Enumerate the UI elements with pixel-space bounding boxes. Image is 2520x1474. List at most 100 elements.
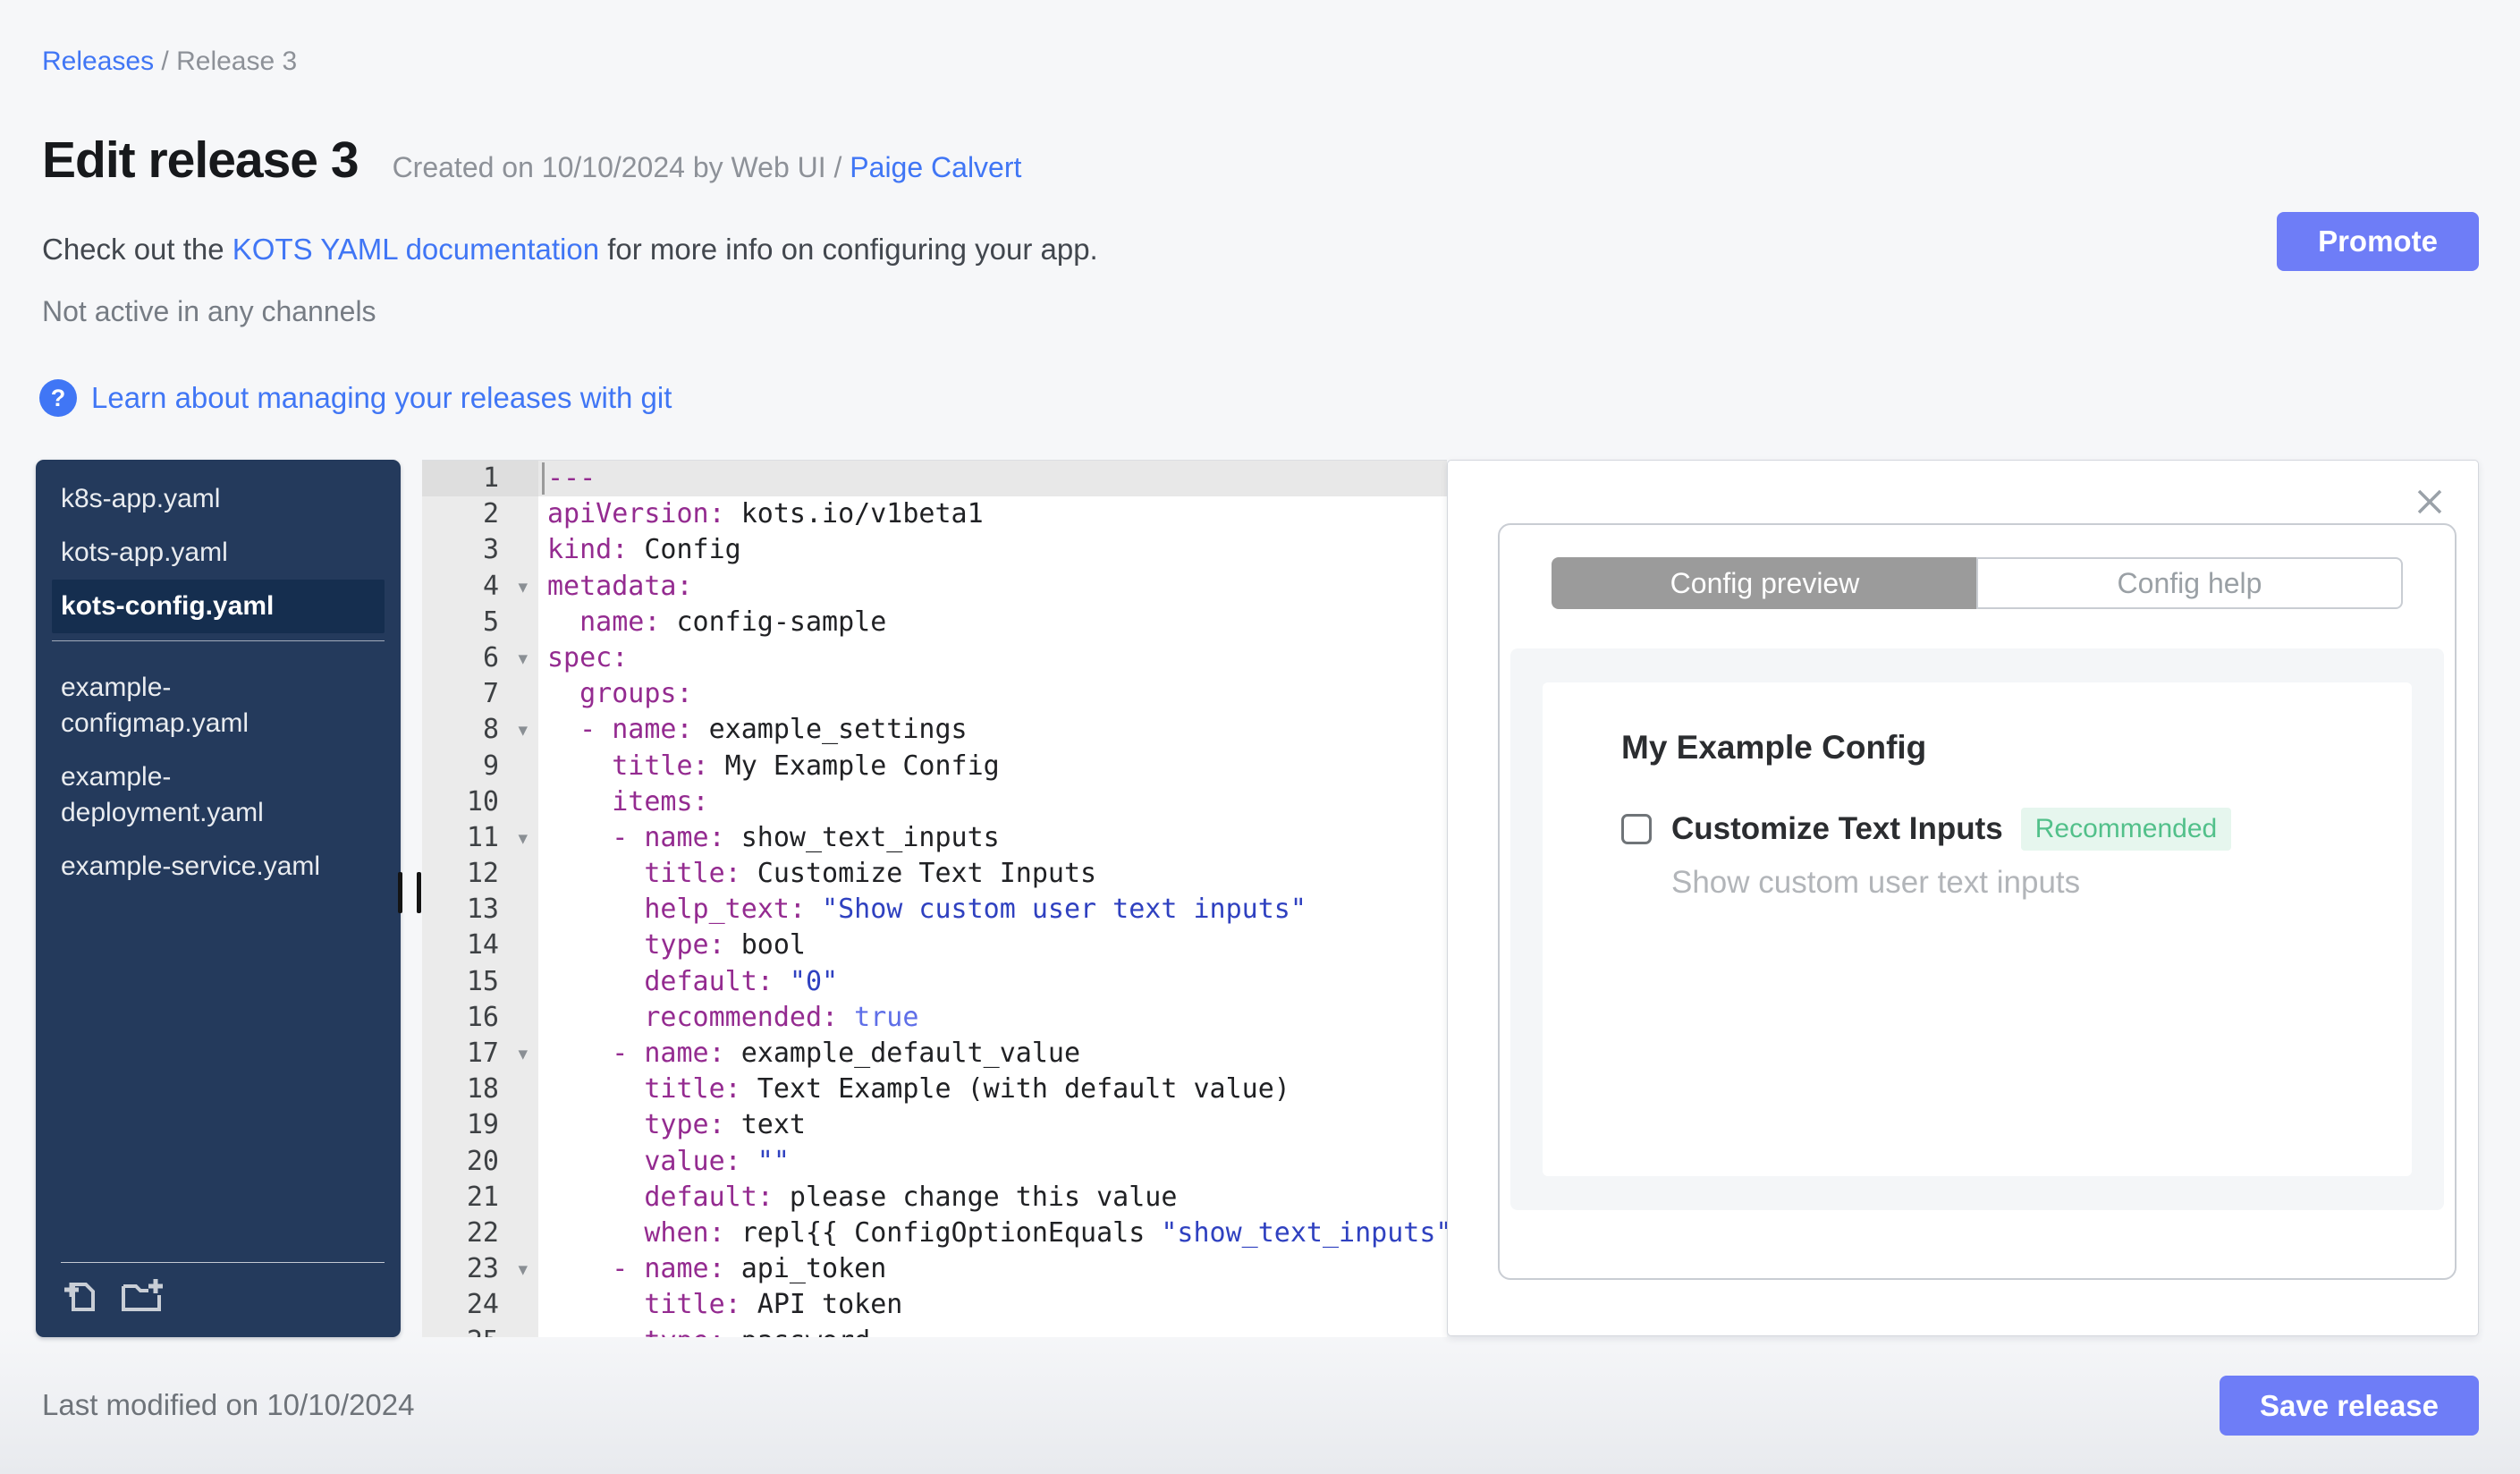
recommended-badge: Recommended: [2020, 808, 2232, 851]
fold-arrow-icon[interactable]: ▾: [518, 640, 528, 676]
code-line-10[interactable]: items:: [538, 784, 1447, 820]
author-link[interactable]: Paige Calvert: [850, 151, 1021, 183]
code-line-17[interactable]: - name: example_default_value: [538, 1036, 1447, 1072]
preview-subpanel: Config preview Config help My Example Con…: [1498, 523, 2457, 1280]
file-item-kots-config-yaml[interactable]: kots-config.yaml: [52, 580, 385, 633]
line-number-16: 16: [466, 1001, 499, 1033]
code-line-4[interactable]: metadata:: [538, 569, 1447, 605]
close-button[interactable]: [2412, 484, 2448, 520]
line-number-22: 22: [466, 1216, 499, 1249]
line-number-21: 21: [466, 1181, 499, 1213]
code-line-24[interactable]: title: API token: [538, 1287, 1447, 1323]
breadcrumb: Releases / Release 3: [42, 47, 297, 77]
code-line-19[interactable]: type: text: [538, 1107, 1447, 1143]
code-line-1[interactable]: ---: [538, 461, 1447, 497]
line-number-13: 13: [466, 894, 499, 926]
tab-config-preview[interactable]: Config preview: [1552, 557, 1976, 609]
code-line-6[interactable]: spec:: [538, 640, 1447, 676]
code-line-9[interactable]: title: My Example Config: [538, 749, 1447, 784]
kots-yaml-doc-link[interactable]: KOTS YAML documentation: [233, 233, 599, 266]
line-number-6: 6 ▾: [422, 640, 538, 676]
git-link-label: Learn about managing your releases with …: [91, 381, 672, 414]
line-number-8: 8 ▾: [422, 712, 538, 748]
file-item-k8s-app-yaml[interactable]: k8s-app.yaml: [52, 472, 385, 526]
question-icon: ?: [39, 379, 77, 417]
code-line-16[interactable]: recommended: true: [538, 1000, 1447, 1036]
created-prefix: Created on 10/10/2024 by Web UI /: [392, 151, 850, 183]
line-number-20: 20: [466, 1145, 499, 1177]
code-line-12[interactable]: title: Customize Text Inputs: [538, 856, 1447, 892]
code-line-3[interactable]: kind: Config: [538, 532, 1447, 568]
preview-body: My Example Config Customize Text Inputs …: [1510, 648, 2444, 1210]
code-line-2[interactable]: apiVersion: kots.io/v1beta1: [538, 496, 1447, 532]
line-number-23: 23 ▾: [422, 1251, 538, 1287]
breadcrumb-separator: /: [154, 47, 177, 76]
line-number-11: 11 ▾: [422, 820, 538, 856]
breadcrumb-releases-link[interactable]: Releases: [42, 47, 154, 76]
new-folder-button[interactable]: [120, 1277, 165, 1319]
code-line-25[interactable]: type: password: [538, 1324, 1447, 1338]
line-number-24: 24: [466, 1289, 499, 1321]
file-item-example-deployment-yaml[interactable]: example- deployment.yaml: [52, 750, 385, 840]
fold-arrow-icon[interactable]: ▾: [518, 1036, 528, 1072]
code-line-15[interactable]: default: "0": [538, 964, 1447, 1000]
line-number-15: 15: [466, 965, 499, 997]
save-release-button[interactable]: Save release: [2220, 1376, 2479, 1436]
config-card: My Example Config Customize Text Inputs …: [1543, 682, 2412, 1176]
channel-status: Not active in any channels: [42, 295, 376, 327]
git-help-link[interactable]: ? Learn about managing your releases wit…: [39, 379, 672, 417]
code-line-20[interactable]: value: "": [538, 1144, 1447, 1180]
customize-text-inputs-checkbox[interactable]: [1621, 814, 1652, 844]
line-number-4: 4 ▾: [422, 569, 538, 605]
promote-button[interactable]: Promote: [2277, 212, 2479, 271]
line-number-7: 7: [482, 678, 499, 710]
fold-arrow-icon[interactable]: ▾: [518, 569, 528, 605]
code-line-22[interactable]: when: repl{{ ConfigOptionEquals "show_te…: [538, 1216, 1447, 1251]
line-number-5: 5: [482, 606, 499, 638]
line-number-18: 18: [466, 1073, 499, 1106]
code-line-8[interactable]: - name: example_settings: [538, 712, 1447, 748]
doc-suffix: for more info on configuring your app.: [599, 233, 1098, 266]
tab-config-help[interactable]: Config help: [1976, 557, 2403, 609]
file-item-kots-app-yaml[interactable]: kots-app.yaml: [52, 526, 385, 580]
fold-arrow-icon[interactable]: ▾: [518, 820, 528, 856]
breadcrumb-current: Release 3: [176, 47, 298, 76]
line-number-10: 10: [466, 785, 499, 817]
fold-arrow-icon[interactable]: ▾: [518, 1251, 528, 1287]
line-number-1: 1: [422, 461, 538, 497]
code-line-14[interactable]: type: bool: [538, 928, 1447, 963]
code-line-18[interactable]: title: Text Example (with default value): [538, 1072, 1447, 1107]
page-title: Edit release 3: [42, 131, 359, 189]
file-item-example-service-yaml[interactable]: example-service.yaml: [52, 840, 385, 894]
line-number-12: 12: [466, 858, 499, 890]
code-line-23[interactable]: - name: api_token: [538, 1251, 1447, 1287]
fold-arrow-icon[interactable]: ▾: [518, 712, 528, 748]
code-line-13[interactable]: help_text: "Show custom user text inputs…: [538, 892, 1447, 928]
text-cursor: [542, 462, 545, 495]
line-number-9: 9: [482, 750, 499, 782]
config-preview-panel: Config preview Config help My Example Con…: [1447, 460, 2479, 1336]
new-file-button[interactable]: [61, 1277, 100, 1319]
sidebar-resize-handle[interactable]: [398, 872, 421, 913]
code-line-11[interactable]: - name: show_text_inputs: [538, 820, 1447, 856]
editor-code[interactable]: --- apiVersion: kots.io/v1beta1 kind: Conf…: [538, 461, 1447, 1337]
line-number-17: 17 ▾: [422, 1036, 538, 1072]
preview-tabbar: Config preview Config help: [1552, 557, 2403, 609]
file-item-example-configmap-yaml[interactable]: example- configmap.yaml: [52, 661, 385, 750]
doc-row: Check out the KOTS YAML documentation fo…: [42, 233, 1098, 267]
yaml-editor[interactable]: 1 2 3 4 ▾ 5 6 ▾ 7 8 ▾ 9 10 11 ▾ 12 13 14 15 16 17 ▾ 18 19 20 21 22…: [422, 460, 1447, 1337]
close-icon: [2417, 489, 2442, 514]
editor-gutter: 1 2 3 4 ▾ 5 6 ▾ 7 8 ▾ 9 10 11 ▾ 12 13 14 15 16 17 ▾ 18 19 20 21 22…: [422, 461, 538, 1337]
file-sidebar: k8s-app.yaml kots-app.yaml kots-config.yam…: [36, 460, 401, 1337]
code-line-5[interactable]: name: config-sample: [538, 605, 1447, 640]
line-number-19: 19: [466, 1109, 499, 1141]
config-item-label: Customize Text Inputs: [1671, 811, 2003, 846]
sidebar-footer: [61, 1262, 385, 1319]
file-list-bottom: example- configmap.yaml example- deployme…: [36, 648, 401, 894]
line-number-25: 25: [422, 1324, 538, 1338]
new-folder-icon: [122, 1279, 163, 1311]
config-item-help: Show custom user text inputs: [1671, 865, 2081, 900]
code-line-7[interactable]: groups:: [538, 676, 1447, 712]
line-number-3: 3: [482, 534, 499, 566]
code-line-21[interactable]: default: please change this value: [538, 1180, 1447, 1216]
